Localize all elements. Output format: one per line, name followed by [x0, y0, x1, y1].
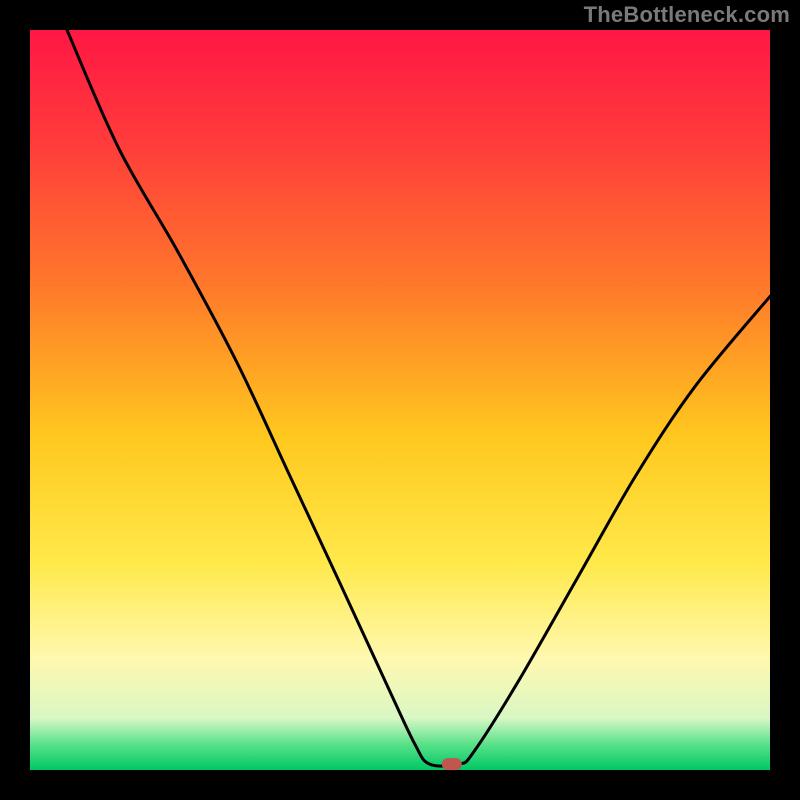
chart-frame: TheBottleneck.com	[0, 0, 800, 800]
bottleneck-chart	[0, 0, 800, 800]
watermark-text: TheBottleneck.com	[584, 2, 790, 28]
optimal-point-marker	[442, 758, 462, 770]
plot-background	[30, 30, 770, 770]
